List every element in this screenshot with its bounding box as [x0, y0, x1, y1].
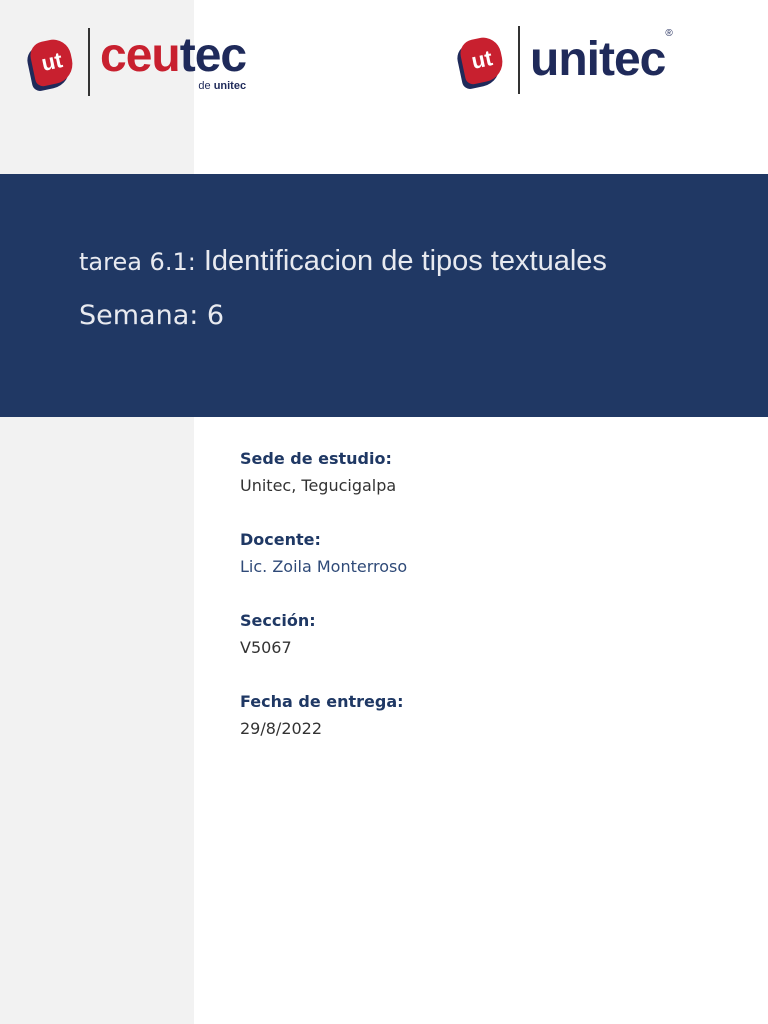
title-banner — [0, 174, 768, 417]
ceutec-sub-pre: de — [198, 80, 214, 92]
title-main: Identificacion de tipos textuales — [195, 245, 607, 277]
field-value: Lic. Zoila Monterroso — [240, 557, 408, 576]
ceutec-word-red: ceu — [100, 29, 181, 82]
left-gray-strip — [0, 0, 194, 1024]
field-label: Sede de estudio: — [240, 449, 392, 468]
ceutec-logo: ut ceutec de unitec — [27, 28, 247, 96]
field-value: V5067 — [240, 638, 292, 657]
ut-shield-icon: ut — [27, 36, 77, 88]
field-docente: Docente: Lic. Zoila Monterroso — [240, 529, 407, 583]
field-fecha: Fecha de entrega: 29/8/2022 — [240, 691, 407, 745]
title-prefix: tarea 6.1: — [79, 248, 196, 276]
ut-shield-icon: ut — [457, 34, 507, 86]
ceutec-sub-bold: unitec — [213, 80, 247, 92]
ceutec-word-blue: tec — [179, 29, 247, 82]
field-seccion: Sección: V5067 — [240, 610, 407, 664]
info-section: Sede de estudio: Unitec, Tegucigalpa Doc… — [240, 448, 407, 772]
unitec-word: unitec — [530, 33, 666, 86]
unitec-logo: ut unitec ® — [457, 26, 673, 94]
week-label: Semana: 6 — [79, 300, 225, 331]
field-label: Docente: — [240, 530, 321, 549]
registered-mark: ® — [665, 28, 673, 39]
page-title: tarea 6.1: Identificacion de tipos textu… — [79, 245, 607, 278]
field-value: Unitec, Tegucigalpa — [240, 476, 397, 495]
field-label: Sección: — [240, 611, 316, 630]
field-value: 29/8/2022 — [240, 719, 323, 738]
field-label: Fecha de entrega: — [240, 692, 404, 711]
field-sede: Sede de estudio: Unitec, Tegucigalpa — [240, 448, 407, 502]
